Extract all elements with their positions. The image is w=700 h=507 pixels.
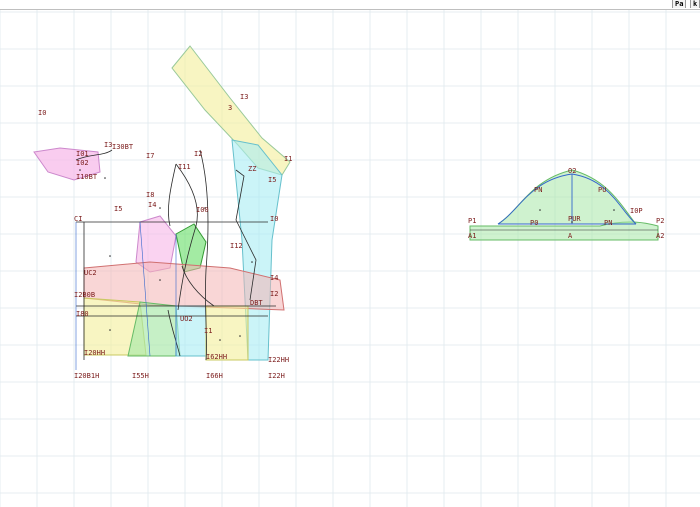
- point-label: I01: [76, 150, 89, 158]
- grid: [0, 10, 700, 507]
- point-label: I2: [270, 290, 279, 298]
- point-label: I20HH: [84, 349, 106, 357]
- point-label: I3: [240, 93, 249, 101]
- point-label: I4: [270, 274, 279, 282]
- pattern-canvas[interactable]: [0, 10, 700, 507]
- point-label: A1: [468, 232, 477, 240]
- point-label: P1: [468, 217, 477, 225]
- point-label: I0P: [630, 207, 643, 215]
- point-label: I10BT: [76, 173, 98, 181]
- point-label: I5: [114, 205, 123, 213]
- point-label: PN: [604, 219, 613, 227]
- point-label: I2: [194, 150, 203, 158]
- point-label: I7: [146, 152, 155, 160]
- point-label: PN: [534, 186, 543, 194]
- point-label: I8: [146, 191, 155, 199]
- top-toolbar: Pa k: [0, 0, 700, 10]
- toolbar-button-k[interactable]: k: [690, 0, 700, 8]
- point-label: I80: [76, 310, 89, 318]
- point-label: I11: [178, 163, 191, 171]
- point-label: UO2: [180, 315, 193, 323]
- point-label: I2B0B: [74, 291, 96, 299]
- point-label: I0: [270, 215, 279, 223]
- point-label: P2: [656, 217, 665, 225]
- point-label: I0: [38, 109, 47, 117]
- point-label: DBT: [250, 299, 263, 307]
- point-label: A: [568, 232, 573, 240]
- point-label: UC2: [84, 269, 97, 277]
- point-label: I12: [230, 242, 243, 250]
- point-label: P0: [530, 219, 539, 227]
- point-label: I20B1H: [74, 372, 100, 380]
- point-label: I1: [204, 327, 213, 335]
- point-label: I55H: [132, 372, 149, 380]
- point-label: I22H: [268, 372, 285, 380]
- point-label: ZZ: [248, 165, 257, 173]
- sleeve-piece: [469, 169, 659, 241]
- point-label: I62HH: [206, 353, 228, 361]
- point-label: PU: [598, 186, 607, 194]
- point-label: I4: [148, 201, 157, 209]
- cyan-lower-piece: [175, 305, 207, 357]
- point-label: 3: [228, 104, 233, 112]
- toolbar-button-pa[interactable]: Pa: [672, 0, 687, 8]
- point-label: I66H: [206, 372, 223, 380]
- point-label: I30BT: [112, 143, 134, 151]
- point-label: I22HH: [268, 356, 290, 364]
- point-label: I00: [196, 206, 209, 214]
- point-label: CI: [74, 215, 83, 223]
- point-label: I1: [284, 155, 293, 163]
- point-label: I02: [76, 159, 89, 167]
- point-label: A2: [656, 232, 665, 240]
- point-label: PUR: [568, 215, 581, 223]
- point-label: I5: [268, 176, 277, 184]
- point-label: O2: [568, 167, 577, 175]
